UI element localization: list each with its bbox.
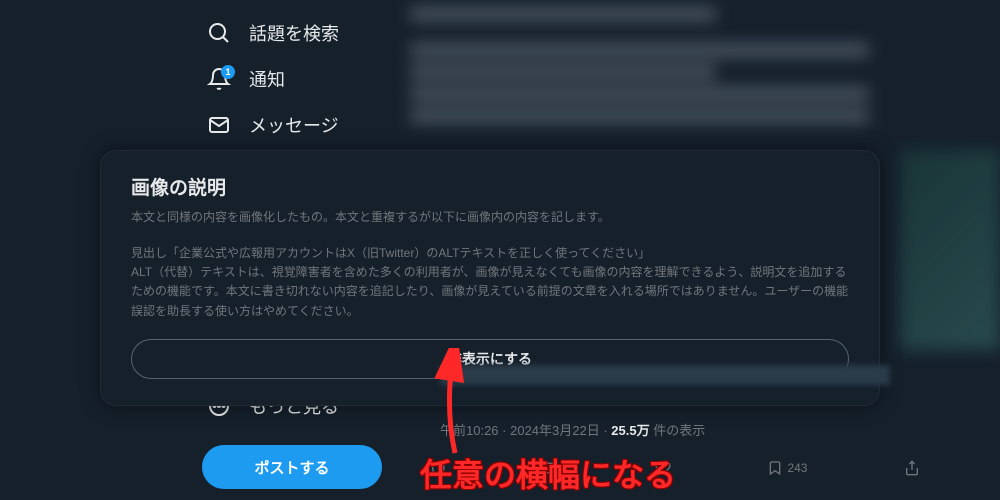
nav-messages[interactable]: メッセージ <box>195 102 395 148</box>
tweet-time[interactable]: 午前10:26 <box>440 423 499 438</box>
modal-subtitle: 本文と同様の内容を画像化したもの。本文と重複するが以下に画像内の内容を記します。 <box>131 208 849 226</box>
tweet-meta: 午前10:26 · 2024年3月22日 · 25.5万 件の表示 <box>440 420 705 439</box>
nav-explore[interactable]: 話題を検索 <box>195 10 395 56</box>
modal-title: 画像の説明 <box>131 173 849 200</box>
post-button[interactable]: ポストする <box>202 445 382 489</box>
modal-body-line2: ALT（代替）テキストは、視覚障害者を含めた多くの利用者が、画像が見えなくても画… <box>131 263 849 321</box>
share-icon <box>904 460 920 476</box>
nav-label: メッセージ <box>249 112 339 138</box>
search-icon <box>207 21 231 45</box>
modal-body: 見出し「企業公式や広報用アカウントはX（旧Twitter）のALTテキストを正し… <box>131 244 849 321</box>
sidebar-nav: 話題を検索 1 通知 メッセージ <box>195 10 395 148</box>
nav-label: 通知 <box>249 66 285 92</box>
share-button[interactable] <box>904 460 920 476</box>
blurred-tweet-text <box>410 8 920 138</box>
tweet-views-label: 件の表示 <box>653 423 705 438</box>
bookmark-icon <box>767 460 783 476</box>
mail-icon <box>207 113 231 137</box>
annotation-text: 任意の横幅になる <box>420 450 676 496</box>
tweet-date[interactable]: 2024年3月22日 <box>510 423 600 438</box>
bookmark-button[interactable]: 243 <box>767 460 807 476</box>
nav-notifications[interactable]: 1 通知 <box>195 56 395 102</box>
image-caption-strip <box>440 365 890 385</box>
modal-body-line1: 見出し「企業公式や広報用アカウントはX（旧Twitter）のALTテキストを正し… <box>131 244 849 263</box>
notification-badge: 1 <box>221 65 235 79</box>
bell-icon: 1 <box>207 67 231 91</box>
bookmark-count: 243 <box>787 461 807 475</box>
blurred-image-thumbnail <box>900 150 1000 350</box>
nav-label: 話題を検索 <box>249 20 339 46</box>
tweet-views-count: 25.5万 <box>611 423 649 438</box>
